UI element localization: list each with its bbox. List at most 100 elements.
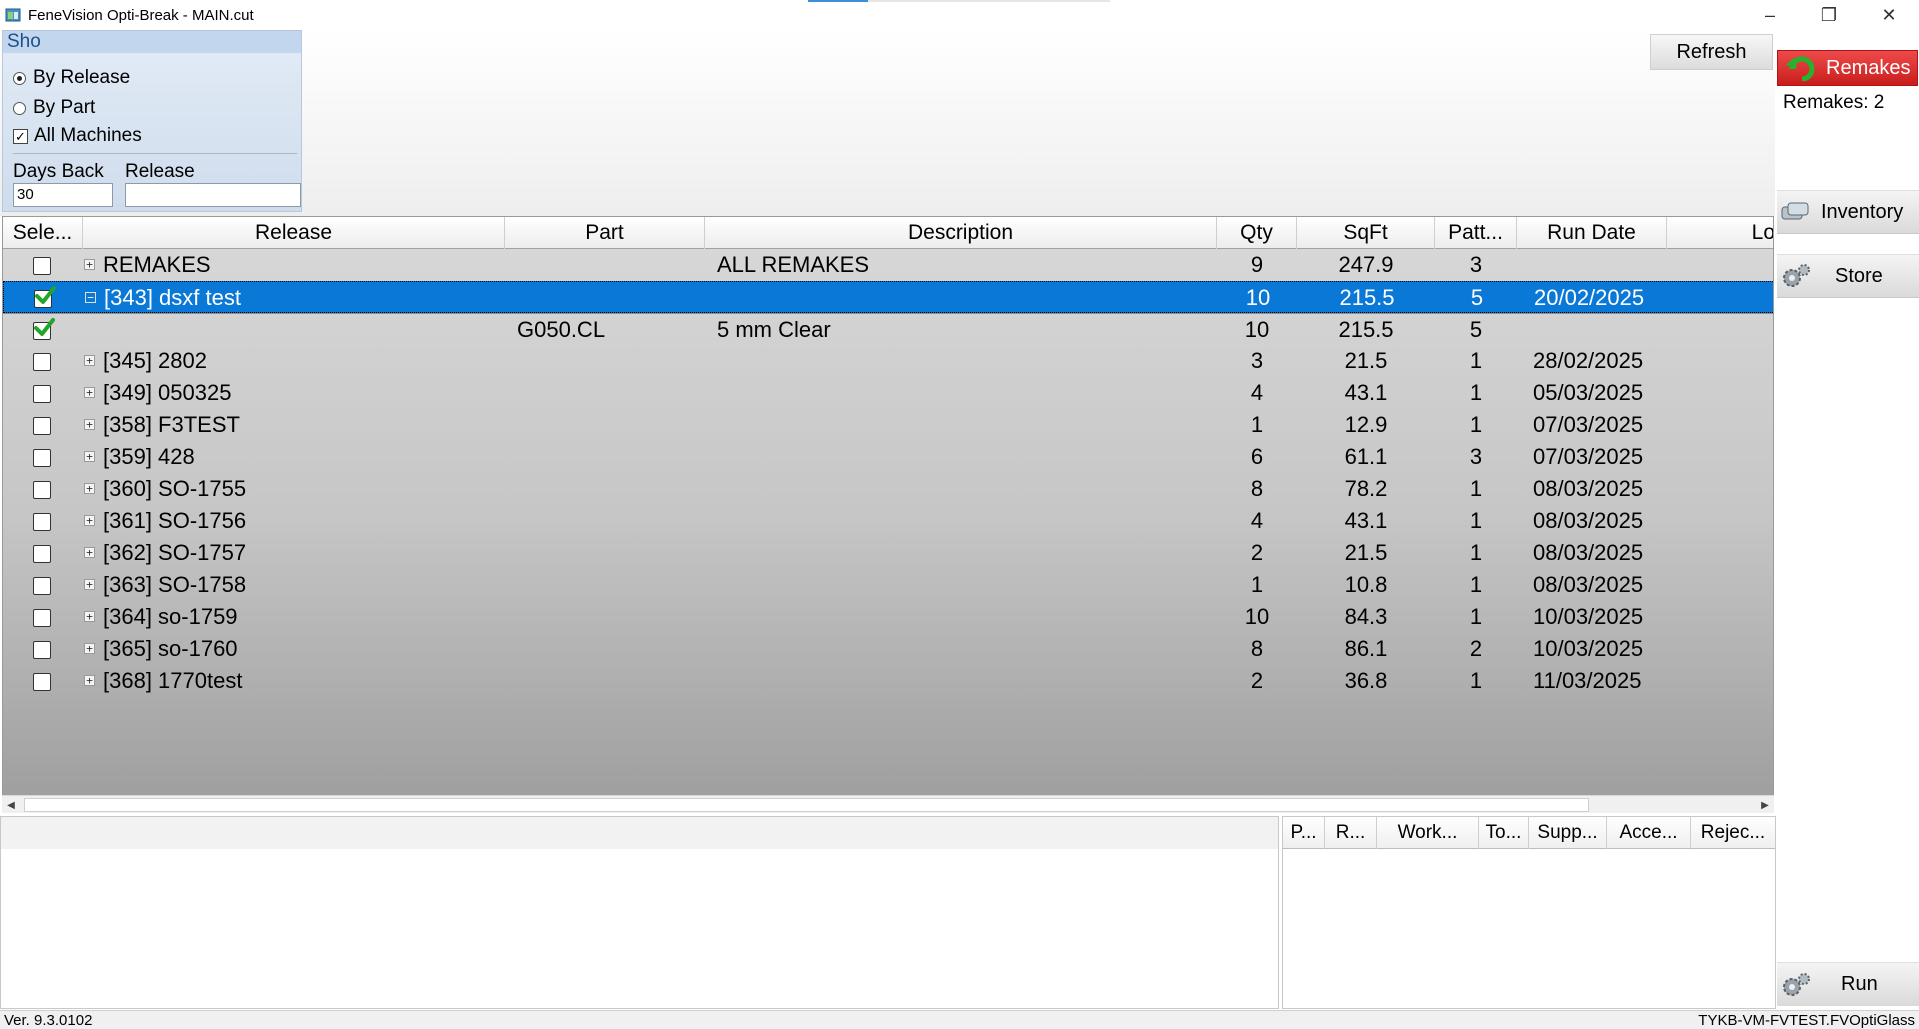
radio-selected-icon[interactable] — [13, 71, 26, 85]
release-input[interactable] — [125, 183, 301, 207]
detail-column-r[interactable]: R... — [1325, 817, 1377, 849]
cell-qty: 3 — [1250, 348, 1264, 373]
grid-header: Sele... Release Part Description Qty SqF… — [3, 217, 1773, 249]
column-header-part[interactable]: Part — [505, 217, 705, 249]
detail-column-supp[interactable]: Supp... — [1529, 817, 1607, 849]
scroll-thumb[interactable] — [24, 798, 1589, 812]
cell-patterns: 1 — [1469, 348, 1483, 373]
expand-icon[interactable]: + — [84, 643, 95, 654]
cell-qty: 8 — [1250, 636, 1264, 661]
column-header-patterns[interactable]: Patt... — [1435, 217, 1517, 249]
store-button[interactable]: Store — [1777, 254, 1919, 298]
connection-label: TYKB-VM-FVTEST.FVOptiGlass — [1698, 1012, 1915, 1029]
checkmark-icon[interactable]: ✓ — [13, 128, 28, 144]
row-select-checkbox[interactable] — [33, 609, 51, 627]
cell-release: [349] 050325 — [103, 380, 232, 405]
horizontal-scrollbar[interactable]: ◀ ▶ — [2, 795, 1774, 813]
title-bar: FeneVision Opti-Break - MAIN.cut – ❐ ✕ — [0, 0, 1919, 30]
row-select-checkbox[interactable] — [33, 481, 51, 499]
scroll-left-icon[interactable]: ◀ — [2, 796, 20, 814]
cell-description — [717, 569, 1217, 601]
minimize-button[interactable]: – — [1741, 0, 1799, 30]
cell-sqft: 43.1 — [1344, 380, 1388, 405]
expand-icon[interactable]: + — [84, 547, 95, 558]
row-select-checkbox[interactable] — [33, 353, 51, 371]
row-select-checkbox[interactable] — [33, 385, 51, 403]
table-row[interactable]: + [368] 1770test 2 36.8 1 11/03/2025 — [3, 665, 1773, 697]
cell-patterns: 5 — [1469, 317, 1483, 342]
column-header-sqft[interactable]: SqFt — [1297, 217, 1435, 249]
by-release-radio[interactable]: By Release — [13, 67, 130, 89]
expand-icon[interactable]: + — [84, 515, 95, 526]
all-machines-checkbox[interactable]: ✓ All Machines — [13, 125, 142, 147]
table-row[interactable]: + [359] 428 6 61.1 3 07/03/2025 — [3, 441, 1773, 473]
expand-icon[interactable]: + — [84, 451, 95, 462]
cell-sqft: 61.1 — [1344, 444, 1388, 469]
table-row[interactable]: + [360] SO-1755 8 78.2 1 08/03/2025 — [3, 473, 1773, 505]
remakes-button[interactable]: Remakes — [1777, 50, 1918, 86]
table-row[interactable]: + [363] SO-1758 1 10.8 1 08/03/2025 — [3, 569, 1773, 601]
detail-column-to[interactable]: To... — [1479, 817, 1529, 849]
expand-icon[interactable]: + — [84, 355, 95, 366]
row-select-checkbox[interactable] — [33, 673, 51, 691]
scroll-right-icon[interactable]: ▶ — [1756, 796, 1774, 814]
table-row[interactable]: − [343] dsxf test 10 215.5 5 20/02/2025 — [3, 281, 1773, 313]
cell-release: REMAKES — [103, 252, 211, 277]
table-row[interactable]: + [361] SO-1756 4 43.1 1 08/03/2025 — [3, 505, 1773, 537]
detail-column-p[interactable]: P... — [1283, 817, 1325, 849]
expand-icon[interactable]: + — [84, 387, 95, 398]
detail-column-work[interactable]: Work... — [1377, 817, 1479, 849]
table-row[interactable]: + [364] so-1759 10 84.3 1 10/03/2025 — [3, 601, 1773, 633]
row-select-checkbox[interactable] — [33, 417, 51, 435]
cell-patterns: 1 — [1469, 540, 1483, 565]
cell-run-date: 08/03/2025 — [1533, 508, 1644, 533]
row-select-checkbox[interactable] — [33, 545, 51, 563]
row-select-checkbox[interactable] — [33, 577, 51, 595]
cell-description — [717, 345, 1217, 377]
collapse-icon[interactable]: − — [85, 292, 96, 303]
expand-icon[interactable]: + — [84, 611, 95, 622]
table-row[interactable]: + [365] so-1760 8 86.1 2 10/03/2025 — [3, 633, 1773, 665]
radio-unselected-icon[interactable] — [13, 101, 26, 115]
expand-icon[interactable]: + — [84, 259, 95, 270]
column-header-qty[interactable]: Qty — [1217, 217, 1297, 249]
column-header-run-date[interactable]: Run Date — [1517, 217, 1667, 249]
table-row[interactable]: + [358] F3TEST 1 12.9 1 07/03/2025 — [3, 409, 1773, 441]
days-back-input[interactable]: 30 — [13, 183, 113, 207]
table-row[interactable]: + [362] SO-1757 2 21.5 1 08/03/2025 — [3, 537, 1773, 569]
app-window-icon — [4, 6, 22, 24]
column-header-release[interactable]: Release — [83, 217, 505, 249]
panel-divider — [13, 153, 297, 154]
cell-part — [517, 249, 705, 281]
cell-qty: 9 — [1250, 252, 1264, 277]
by-part-radio[interactable]: By Part — [13, 97, 95, 119]
days-back-label: Days Back — [13, 161, 104, 182]
table-row[interactable]: + [345] 2802 3 21.5 1 28/02/2025 — [3, 345, 1773, 377]
cell-run-date: 10/03/2025 — [1533, 636, 1644, 661]
table-row[interactable]: + [349] 050325 4 43.1 1 05/03/2025 — [3, 377, 1773, 409]
detail-column-rejec[interactable]: Rejec... — [1691, 817, 1775, 849]
store-label: Store — [1835, 264, 1883, 287]
column-header-select[interactable]: Sele... — [3, 217, 83, 249]
maximize-button[interactable]: ❐ — [1800, 0, 1858, 30]
table-row[interactable]: + REMAKES ALL REMAKES 9 247.9 3 — [3, 249, 1773, 281]
row-select-checkbox[interactable] — [33, 513, 51, 531]
detail-column-acce[interactable]: Acce... — [1607, 817, 1691, 849]
column-header-description[interactable]: Description — [705, 217, 1217, 249]
row-select-checkbox[interactable] — [33, 449, 51, 467]
row-select-checkbox[interactable] — [34, 286, 56, 308]
expand-icon[interactable]: + — [84, 675, 95, 686]
inventory-button[interactable]: Inventory — [1777, 190, 1919, 234]
close-button[interactable]: ✕ — [1860, 0, 1918, 30]
row-select-checkbox[interactable] — [33, 641, 51, 659]
expand-icon[interactable]: + — [84, 579, 95, 590]
cell-sqft: 78.2 — [1344, 476, 1388, 501]
expand-icon[interactable]: + — [84, 419, 95, 430]
table-row[interactable]: G050.CL 5 mm Clear 10 215.5 5 — [3, 313, 1773, 345]
row-select-checkbox[interactable] — [33, 318, 55, 340]
refresh-button[interactable]: Refresh — [1650, 34, 1773, 70]
column-header-location[interactable]: Lo — [1667, 217, 1773, 249]
expand-icon[interactable]: + — [84, 483, 95, 494]
run-button[interactable]: Run — [1777, 962, 1919, 1006]
row-select-checkbox[interactable] — [33, 257, 51, 275]
